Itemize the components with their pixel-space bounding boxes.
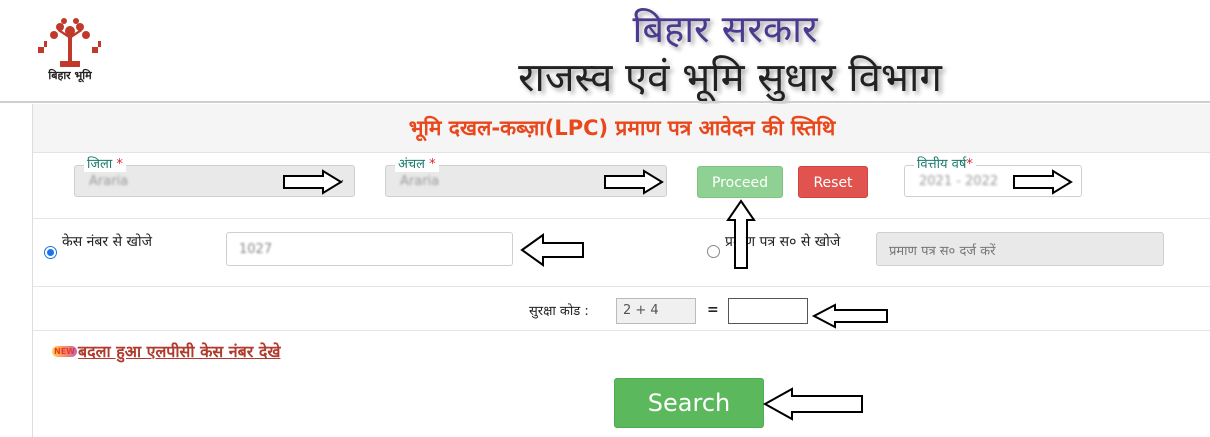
row-divider [33, 218, 1210, 219]
case-number-radio[interactable] [44, 246, 57, 259]
logo-caption: बिहार भूमि [48, 69, 92, 82]
financial-year-value: 2021 - 2022 [919, 174, 999, 189]
annotation-arrow-left-icon [762, 387, 863, 421]
page-header: बिहार भूमि बिहार सरकार राजस्व एवं भूमि स… [0, 0, 1210, 102]
district-value: Araria [89, 174, 129, 189]
certificate-number-placeholder: प्रमाण पत्र स० दर्ज करें [889, 244, 996, 259]
circle-label: अंचल * [395, 154, 439, 172]
annotation-arrow-right-icon [604, 169, 664, 195]
header-divider [0, 101, 1210, 103]
form-title: भूमि दखल-कब्ज़ा(LPC) प्रमाण पत्र आवेदन क… [408, 116, 836, 140]
annotation-arrow-right-icon [283, 169, 343, 195]
row-divider [33, 330, 1210, 331]
search-button[interactable]: Search [614, 378, 764, 428]
financial-year-label: वित्तीय वर्ष* [914, 154, 976, 172]
annotation-arrow-left-icon [520, 233, 584, 267]
row-divider [33, 286, 1210, 287]
department-title: राजस्व एवं भूमि सुधार विभाग [518, 55, 942, 101]
annotation-arrow-up-icon [726, 199, 756, 269]
captcha-question: 2 + 4 [616, 298, 696, 324]
certificate-number-input[interactable]: प्रमाण पत्र स० दर्ज करें [876, 232, 1164, 266]
case-number-label: केस नंबर से खोजे [62, 234, 152, 250]
captcha-label: सुरक्षा कोड : [529, 304, 589, 319]
district-label: जिला * [84, 154, 126, 172]
captcha-answer-input[interactable] [728, 298, 808, 324]
changed-case-number-link[interactable]: बदला हुआ एलपीसी केस नंबर देखे [78, 340, 280, 362]
proceed-button[interactable]: Proceed [697, 166, 783, 198]
annotation-arrow-left-icon [811, 303, 888, 329]
annotation-arrow-right-icon [1013, 169, 1073, 195]
captcha-equals: = [707, 302, 719, 318]
reset-button[interactable]: Reset [798, 166, 868, 198]
case-number-input[interactable]: 1027 [226, 232, 513, 266]
circle-value: Araria [400, 174, 440, 189]
form-heading: भूमि दखल-कब्ज़ा(LPC) प्रमाण पत्र आवेदन क… [33, 104, 1210, 153]
case-number-value: 1027 [239, 242, 273, 257]
government-title: बिहार सरकार [632, 7, 818, 51]
certificate-number-radio[interactable] [707, 245, 720, 258]
lpc-status-form: भूमि दखल-कब्ज़ा(LPC) प्रमाण पत्र आवेदन क… [32, 104, 1210, 437]
new-badge: NEW [52, 346, 77, 357]
